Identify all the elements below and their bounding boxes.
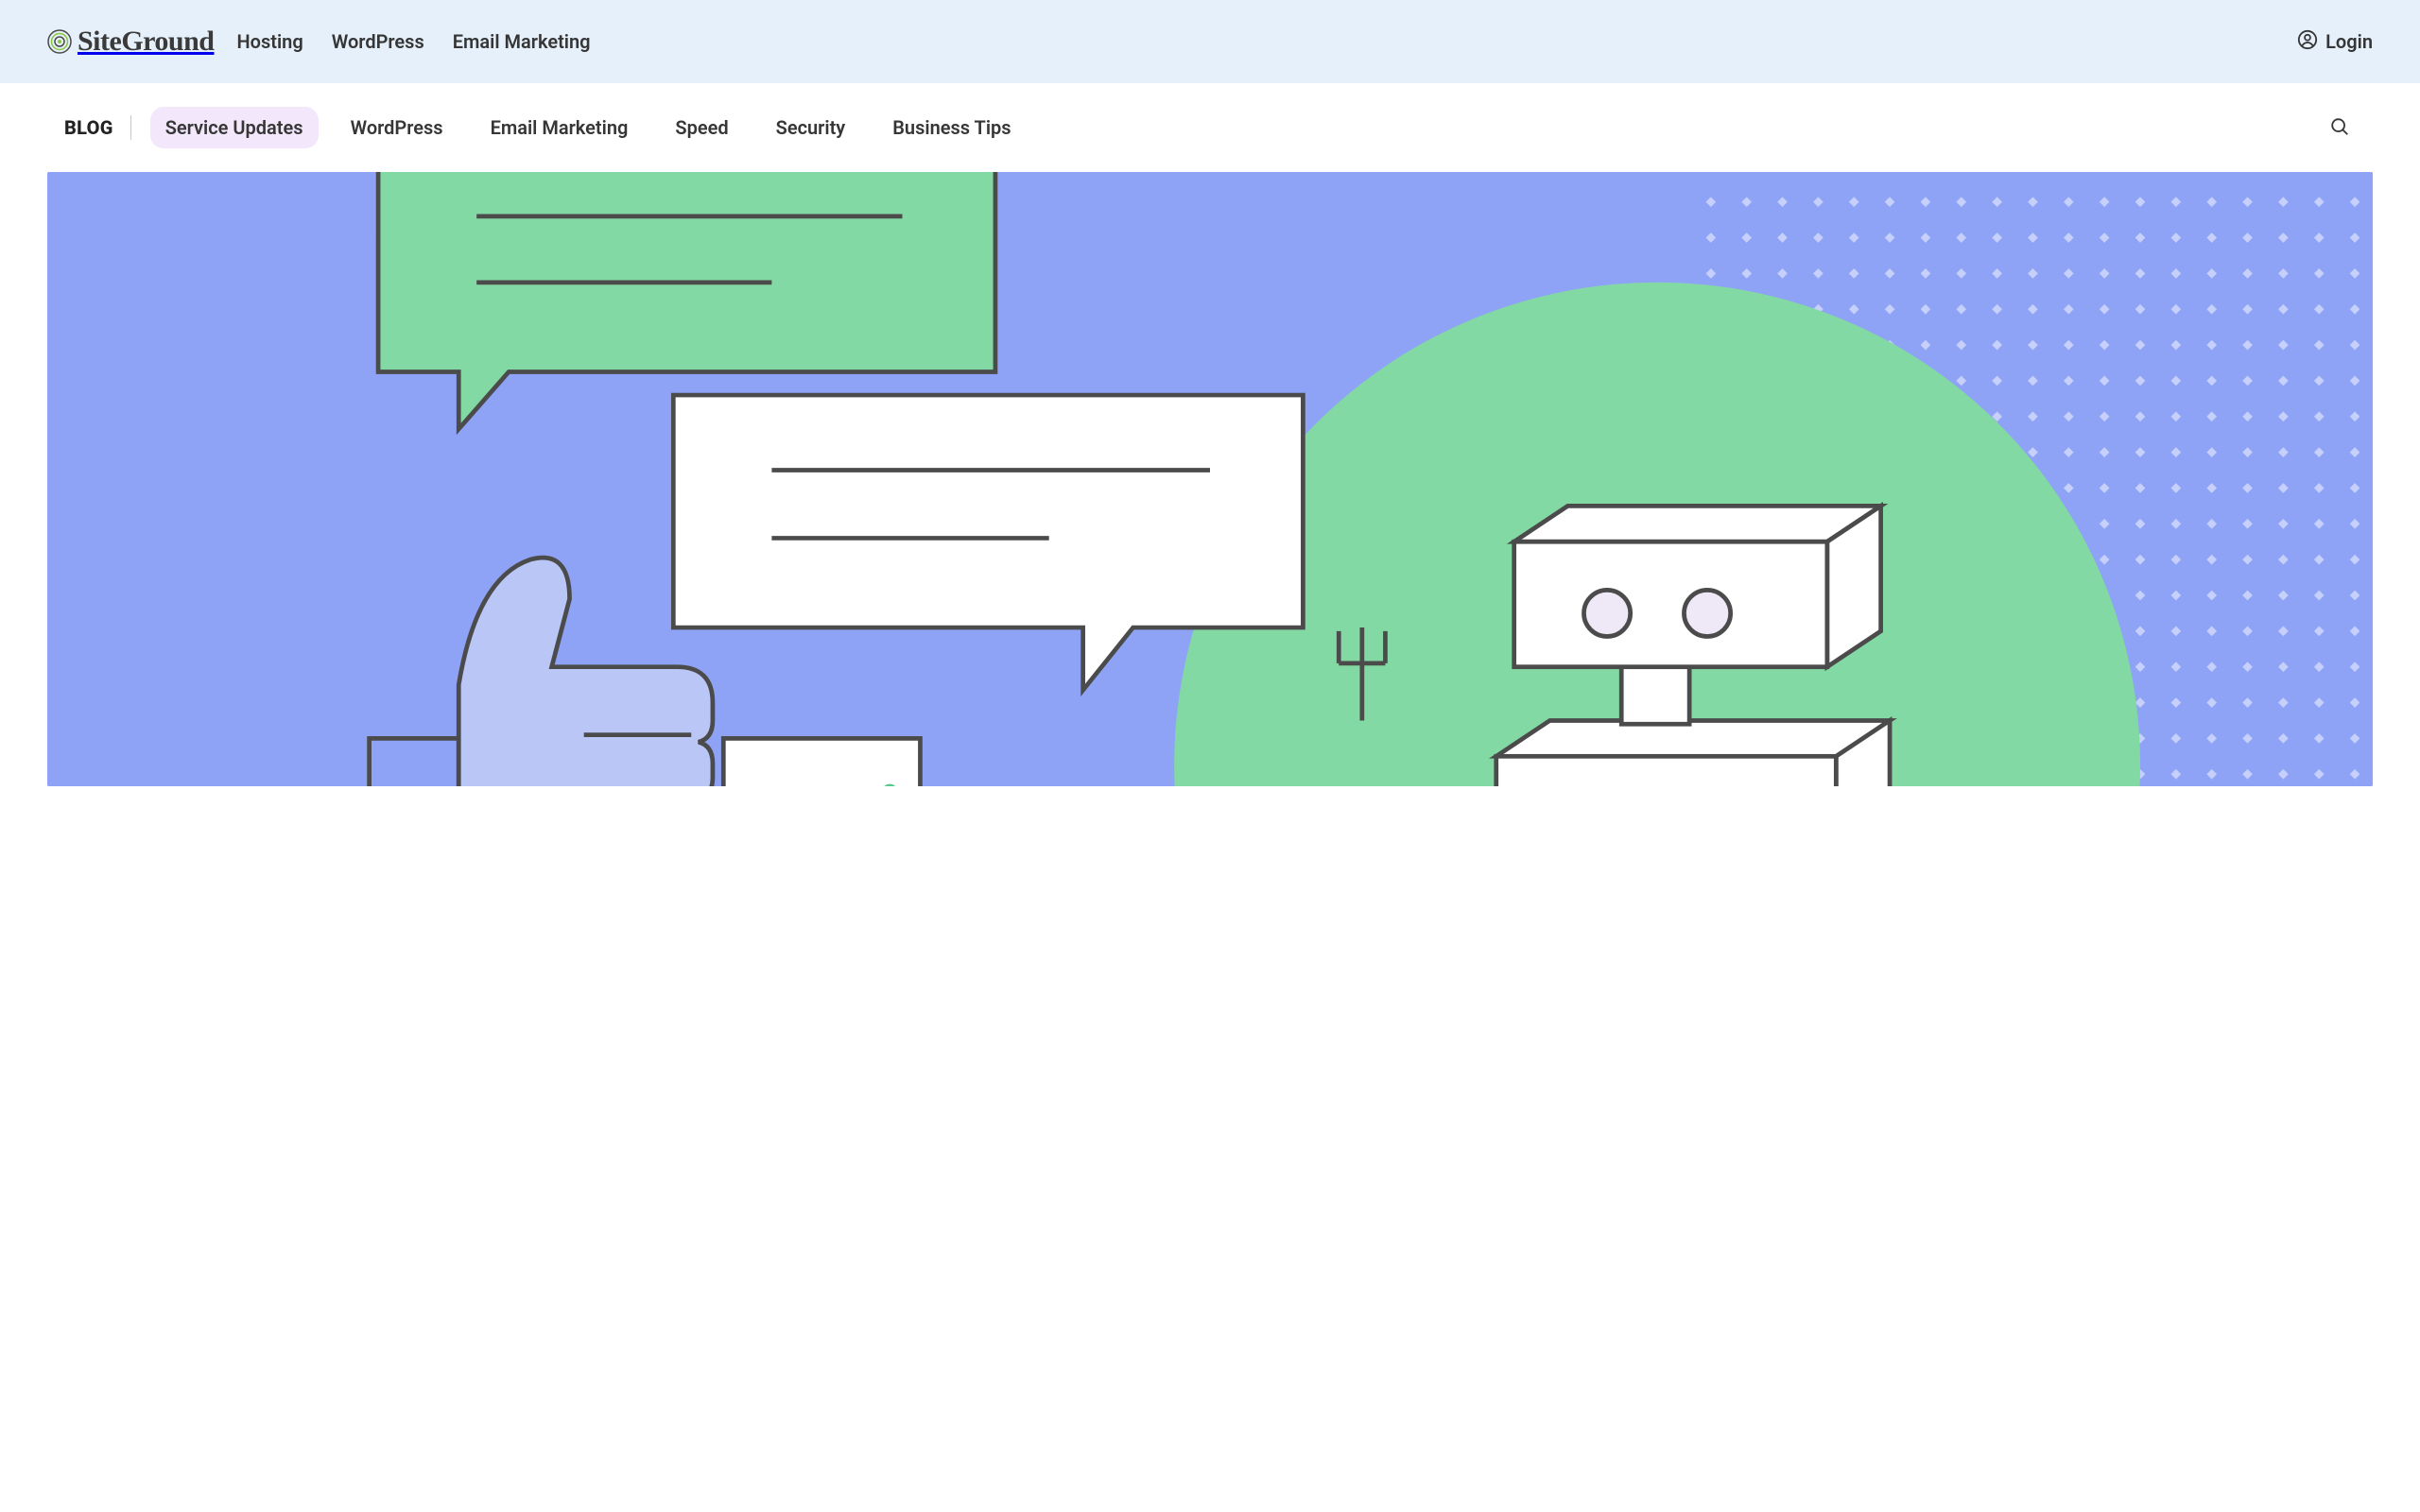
- blog-categories: Service Updates WordPress Email Marketin…: [150, 107, 1027, 148]
- brand-name: SiteGround: [78, 26, 215, 58]
- nav-email-marketing[interactable]: Email Marketing: [453, 30, 591, 53]
- cat-security[interactable]: Security: [761, 107, 861, 148]
- nav-hosting[interactable]: Hosting: [237, 30, 303, 53]
- cat-email-marketing[interactable]: Email Marketing: [475, 107, 644, 148]
- vertical-divider: [130, 115, 131, 140]
- cat-business-tips[interactable]: Business Tips: [877, 107, 1026, 148]
- search-button[interactable]: [2324, 111, 2356, 146]
- top-header: SiteGround Hosting WordPress Email Marke…: [0, 0, 2420, 83]
- cat-wordpress[interactable]: WordPress: [336, 107, 458, 148]
- user-icon: [2297, 29, 2318, 55]
- nav-wordpress[interactable]: WordPress: [332, 30, 424, 53]
- blog-subnav: BLOG Service Updates WordPress Email Mar…: [0, 83, 2420, 172]
- blog-label: BLOG: [64, 116, 113, 139]
- brand-mark-icon: [47, 29, 72, 54]
- login-label: Login: [2325, 30, 2373, 53]
- brand-logo[interactable]: SiteGround: [47, 26, 215, 58]
- search-icon: [2329, 126, 2350, 140]
- login-link[interactable]: Login: [2297, 29, 2373, 55]
- content-area: [0, 172, 2420, 824]
- cat-service-updates[interactable]: Service Updates: [150, 107, 319, 148]
- primary-nav: Hosting WordPress Email Marketing: [237, 30, 591, 53]
- hero-illustration: [47, 172, 2373, 786]
- cat-speed[interactable]: Speed: [660, 107, 743, 148]
